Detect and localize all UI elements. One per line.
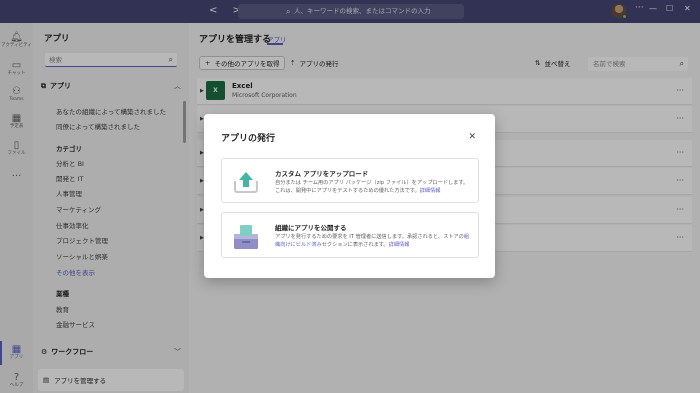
upload-icon	[234, 172, 258, 193]
option-title: 組織にアプリを公開する	[275, 224, 347, 232]
learn-more-link[interactable]: 詳細情報	[389, 242, 410, 248]
dialog-title: アプリの発行	[221, 134, 276, 144]
publish-app-dialog: アプリの発行 ✕ カスタム アプリをアップロード 自分または チーム用のアプリ …	[204, 114, 495, 278]
publish-to-org-option[interactable]: 組織にアプリを公開する アプリを発行するための要求を IT 管理者に送信します。…	[221, 212, 479, 258]
option-title: カスタム アプリをアップロード	[275, 170, 369, 178]
close-icon[interactable]: ✕	[468, 132, 476, 142]
option-description: アプリを発行するための要求を IT 管理者に送信します。承認されると、ストアの組…	[275, 234, 470, 248]
option-description: 自分または チーム用のアプリ パッケージ（zip ファイル）をアップロードします…	[275, 180, 469, 194]
learn-more-link[interactable]: 詳細情報	[420, 188, 441, 194]
publish-icon	[234, 225, 258, 249]
upload-custom-app-option[interactable]: カスタム アプリをアップロード 自分または チーム用のアプリ パッケージ（zip…	[221, 158, 479, 203]
